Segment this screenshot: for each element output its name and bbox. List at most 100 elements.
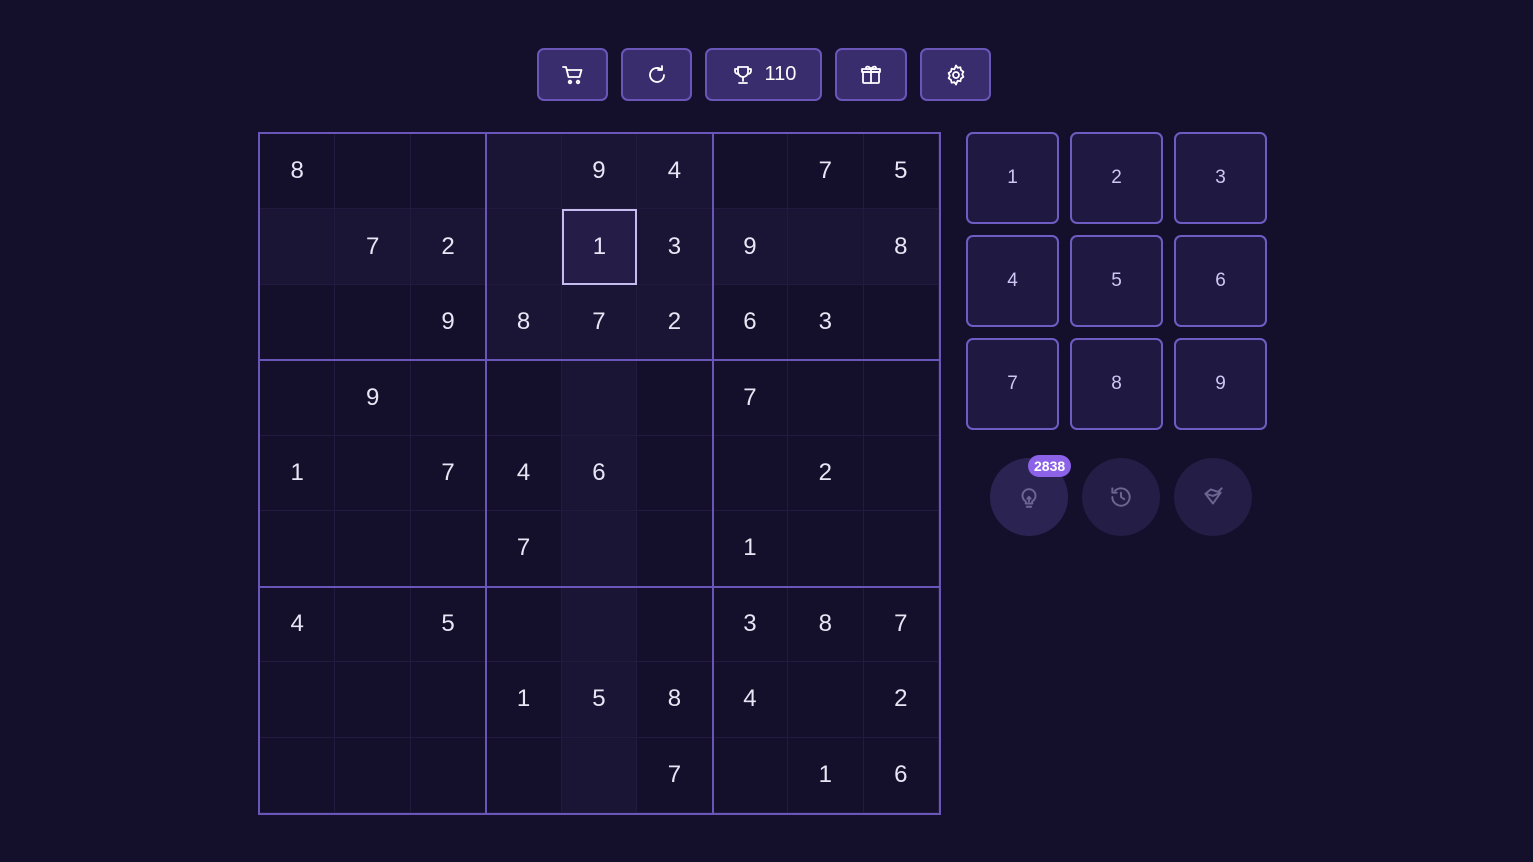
sudoku-cell-r4-c4[interactable] (486, 360, 562, 436)
sudoku-cell-r8-c1[interactable] (260, 662, 336, 738)
shop-button[interactable] (537, 48, 608, 101)
sudoku-cell-r4-c8[interactable] (788, 360, 864, 436)
sudoku-cell-r4-c5[interactable] (561, 360, 638, 436)
sudoku-cell-r7-c6[interactable] (637, 586, 713, 663)
sudoku-cell-r3-c1[interactable] (260, 284, 336, 361)
sudoku-cell-r9-c8[interactable]: 1 (788, 737, 864, 813)
sudoku-cell-r1-c6[interactable]: 4 (637, 134, 713, 210)
number-button-7[interactable]: 7 (966, 338, 1059, 430)
sudoku-cell-r7-c7[interactable]: 3 (712, 586, 789, 663)
settings-button[interactable] (920, 48, 991, 101)
sudoku-cell-r3-c5[interactable]: 7 (561, 284, 638, 361)
toolbar: 110 (537, 48, 991, 101)
sudoku-cell-r6-c9[interactable] (863, 511, 939, 587)
sudoku-cell-r2-c9[interactable]: 8 (863, 209, 939, 285)
sudoku-cell-r5-c8[interactable]: 2 (788, 435, 864, 512)
sudoku-cell-r5-c3[interactable]: 7 (410, 435, 487, 512)
number-button-4[interactable]: 4 (966, 235, 1059, 327)
sudoku-cell-r8-c9[interactable]: 2 (863, 662, 939, 738)
sudoku-cell-r5-c1[interactable]: 1 (260, 435, 336, 512)
sudoku-cell-r3-c8[interactable]: 3 (788, 284, 864, 361)
sudoku-cell-r3-c3[interactable]: 9 (410, 284, 487, 361)
sudoku-cell-r2-c3[interactable]: 2 (410, 209, 487, 285)
sudoku-cell-r2-c1[interactable] (260, 209, 336, 285)
number-button-5[interactable]: 5 (1070, 235, 1163, 327)
sudoku-cell-r5-c9[interactable] (863, 435, 939, 512)
sudoku-cell-r6-c7[interactable]: 1 (712, 511, 789, 587)
sudoku-cell-r3-c2[interactable] (335, 284, 411, 361)
sudoku-cell-r8-c3[interactable] (410, 662, 487, 738)
sudoku-cell-r9-c3[interactable] (410, 737, 487, 813)
sudoku-cell-r1-c3[interactable] (410, 134, 487, 210)
undo-button[interactable] (1082, 458, 1160, 536)
sudoku-cell-r4-c9[interactable] (863, 360, 939, 436)
number-button-6[interactable]: 6 (1174, 235, 1267, 327)
number-button-3[interactable]: 3 (1174, 132, 1267, 224)
sudoku-cell-r8-c2[interactable] (335, 662, 411, 738)
gift-button[interactable] (835, 48, 907, 101)
sudoku-cell-r4-c3[interactable] (410, 360, 487, 436)
sudoku-cell-r1-c2[interactable] (335, 134, 411, 210)
sudoku-cell-r2-c2[interactable]: 7 (335, 209, 411, 285)
sudoku-cell-r9-c4[interactable] (486, 737, 562, 813)
hint-button[interactable]: 2838 (990, 455, 1072, 536)
sudoku-cell-r6-c2[interactable] (335, 511, 411, 587)
sudoku-cell-r8-c6[interactable]: 8 (637, 662, 713, 738)
sudoku-cell-r5-c6[interactable] (637, 435, 713, 512)
number-button-9[interactable]: 9 (1174, 338, 1267, 430)
sudoku-cell-r4-c2[interactable]: 9 (335, 360, 411, 436)
sudoku-cell-r8-c5[interactable]: 5 (561, 662, 638, 738)
sudoku-cell-r7-c9[interactable]: 7 (863, 586, 939, 663)
sudoku-cell-r1-c8[interactable]: 7 (788, 134, 864, 210)
sudoku-cell-r7-c8[interactable]: 8 (788, 586, 864, 663)
sudoku-cell-r6-c8[interactable] (788, 511, 864, 587)
sudoku-cell-r2-c6[interactable]: 3 (637, 209, 713, 285)
sudoku-cell-r6-c6[interactable] (637, 511, 713, 587)
sudoku-cell-r2-c8[interactable] (788, 209, 864, 285)
number-button-2[interactable]: 2 (1070, 132, 1163, 224)
sudoku-cell-r9-c9[interactable]: 6 (863, 737, 939, 813)
sudoku-cell-r9-c6[interactable]: 7 (637, 737, 713, 813)
sudoku-cell-r8-c7[interactable]: 4 (712, 662, 789, 738)
sudoku-cell-r3-c6[interactable]: 2 (637, 284, 713, 361)
sudoku-cell-r4-c6[interactable] (637, 360, 713, 436)
erase-button[interactable] (1174, 458, 1252, 536)
sudoku-cell-r7-c3[interactable]: 5 (410, 586, 487, 663)
sudoku-cell-r1-c9[interactable]: 5 (863, 134, 939, 210)
sudoku-cell-r7-c1[interactable]: 4 (260, 586, 336, 663)
number-button-8[interactable]: 8 (1070, 338, 1163, 430)
sudoku-cell-r5-c5[interactable]: 6 (561, 435, 638, 512)
sudoku-cell-r3-c7[interactable]: 6 (712, 284, 789, 361)
sudoku-cell-r6-c3[interactable] (410, 511, 487, 587)
sudoku-cell-r2-c5[interactable]: 1 (561, 209, 638, 285)
sudoku-cell-r2-c4[interactable] (486, 209, 562, 285)
sudoku-cell-r3-c9[interactable] (863, 284, 939, 361)
trophy-button[interactable]: 110 (705, 48, 822, 101)
number-button-1[interactable]: 1 (966, 132, 1059, 224)
sudoku-cell-r6-c1[interactable] (260, 511, 336, 587)
sudoku-cell-r9-c7[interactable] (712, 737, 789, 813)
sudoku-cell-r9-c5[interactable] (561, 737, 638, 813)
sudoku-cell-r7-c5[interactable] (561, 586, 638, 663)
sudoku-cell-r7-c2[interactable] (335, 586, 411, 663)
sudoku-cell-r3-c4[interactable]: 8 (486, 284, 562, 361)
sudoku-cell-r1-c1[interactable]: 8 (260, 134, 336, 210)
sudoku-cell-r9-c1[interactable] (260, 737, 336, 813)
sudoku-cell-r4-c7[interactable]: 7 (712, 360, 789, 436)
sudoku-cell-r6-c4[interactable]: 7 (486, 511, 562, 587)
box-divider-vertical (485, 134, 488, 813)
sudoku-cell-r9-c2[interactable] (335, 737, 411, 813)
sudoku-cell-r7-c4[interactable] (486, 586, 562, 663)
sudoku-cell-r8-c8[interactable] (788, 662, 864, 738)
restart-button[interactable] (621, 48, 692, 101)
sudoku-cell-r1-c5[interactable]: 9 (561, 134, 638, 210)
sudoku-cell-r5-c7[interactable] (712, 435, 789, 512)
sudoku-cell-r5-c2[interactable] (335, 435, 411, 512)
sudoku-cell-r5-c4[interactable]: 4 (486, 435, 562, 512)
sudoku-cell-r2-c7[interactable]: 9 (712, 209, 789, 285)
sudoku-cell-r1-c7[interactable] (712, 134, 789, 210)
sudoku-cell-r8-c4[interactable]: 1 (486, 662, 562, 738)
sudoku-cell-r6-c5[interactable] (561, 511, 638, 587)
sudoku-cell-r1-c4[interactable] (486, 134, 562, 210)
sudoku-cell-r4-c1[interactable] (260, 360, 336, 436)
